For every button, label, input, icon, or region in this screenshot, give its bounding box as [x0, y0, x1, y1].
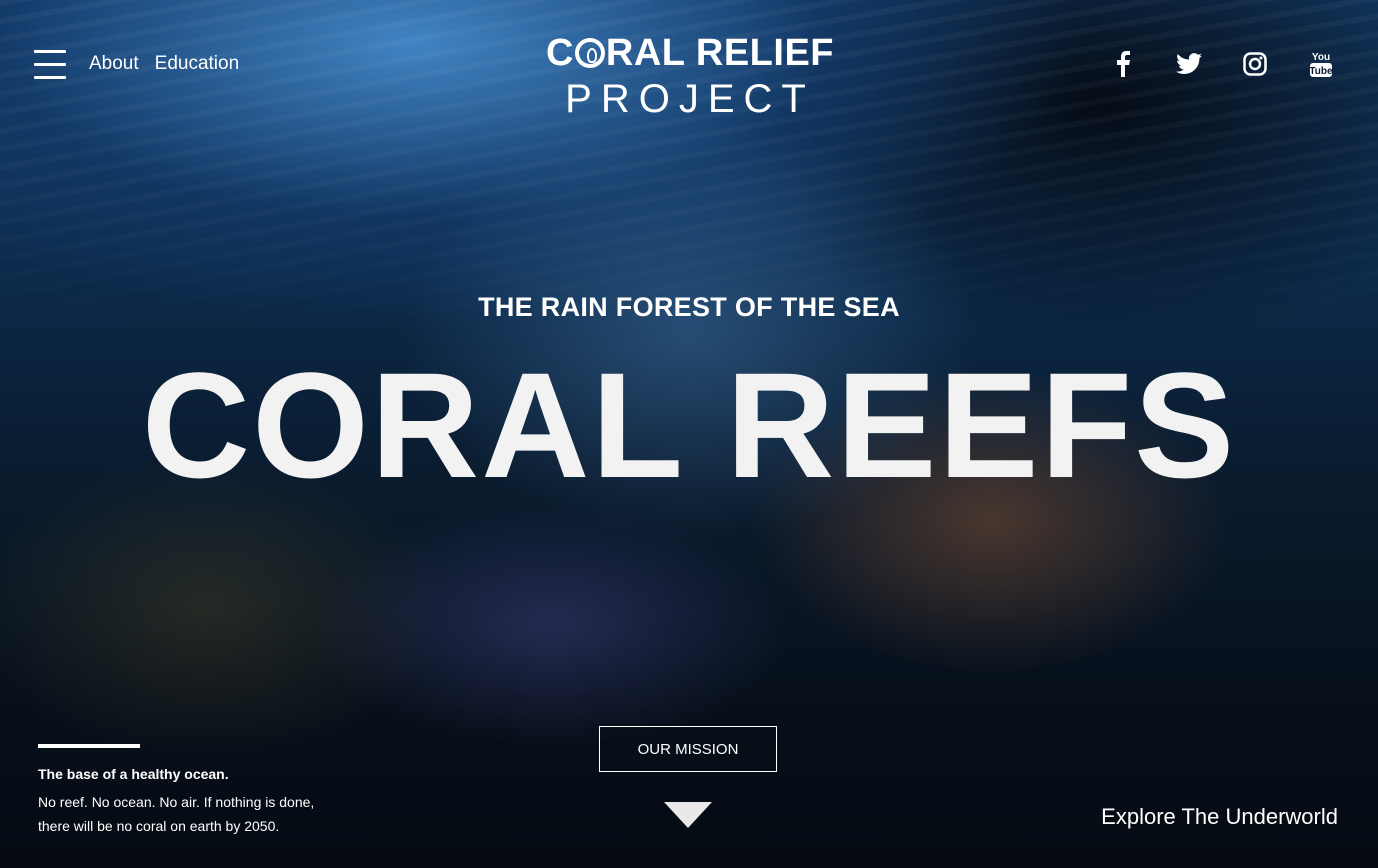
- chevron-down-icon[interactable]: [664, 802, 712, 828]
- logo-line-2: PROJECT: [565, 77, 815, 121]
- logo-coral-icon: [574, 38, 605, 68]
- main-nav: About Education: [89, 53, 239, 75]
- nav-about-link[interactable]: About: [89, 53, 139, 75]
- social-links: You Tube: [1074, 47, 1338, 81]
- ocean-fact-title: The base of a healthy ocean.: [38, 766, 229, 782]
- our-mission-button[interactable]: OUR MISSION: [599, 726, 777, 772]
- instagram-icon[interactable]: [1238, 47, 1272, 81]
- logo-line-1: C RAL RELIEF: [540, 34, 840, 72]
- youtube-text-bottom: Tube: [1309, 66, 1333, 77]
- hero-headline: CORAL REEFS: [141, 341, 1237, 509]
- logo-letter-c: C: [545, 32, 574, 74]
- hero-tagline: THE RAIN FOREST OF THE SEA: [478, 292, 900, 322]
- youtube-text-top: You: [1312, 52, 1330, 63]
- accent-divider: [38, 744, 140, 748]
- nav-education-link[interactable]: Education: [155, 53, 240, 75]
- hamburger-icon[interactable]: [34, 50, 66, 82]
- logo-line-1-text: RAL RELIEF: [605, 32, 835, 74]
- twitter-icon[interactable]: [1172, 47, 1206, 81]
- ocean-fact-body: No reef. No ocean. No air. If nothing is…: [38, 794, 315, 834]
- facebook-icon[interactable]: [1106, 47, 1140, 81]
- youtube-icon[interactable]: You Tube: [1304, 47, 1338, 81]
- site-logo[interactable]: C RAL RELIEF PROJECT: [540, 34, 840, 122]
- explore-underworld-link[interactable]: Explore The Underworld: [1101, 804, 1338, 830]
